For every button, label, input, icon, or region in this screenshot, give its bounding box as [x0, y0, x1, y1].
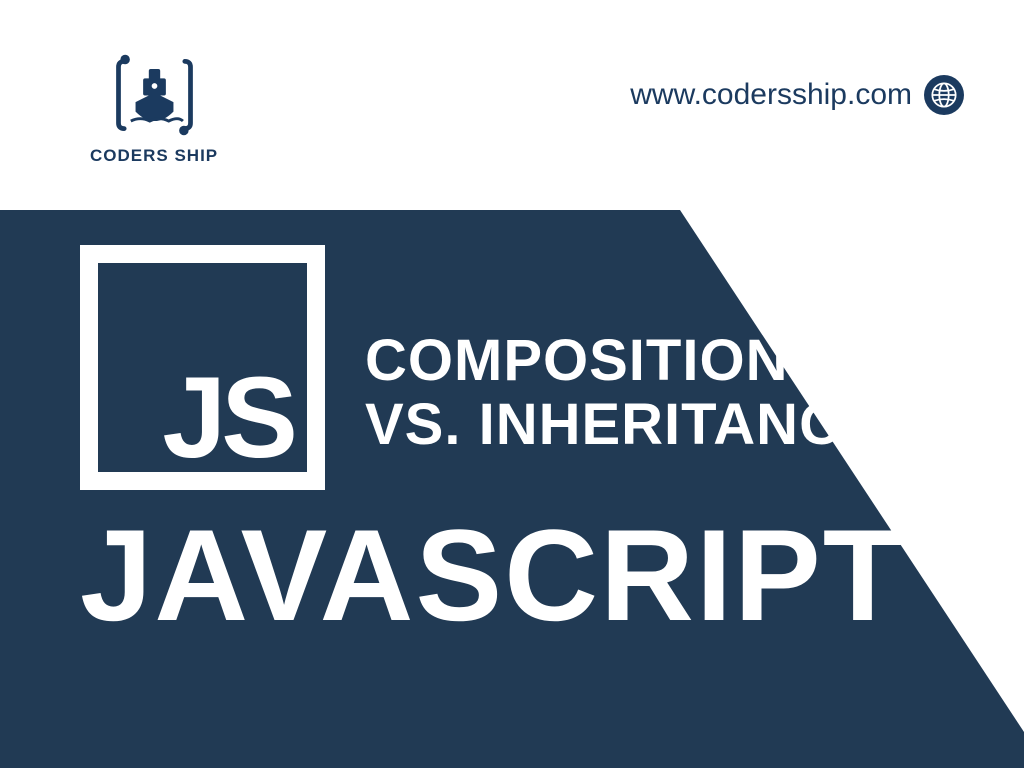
main-content-area: JS COMPOSITION VS. INHERITANCE JAVASCRIP…	[0, 210, 1024, 768]
title-row: JS COMPOSITION VS. INHERITANCE	[80, 245, 1024, 490]
js-logo-text: JS	[162, 372, 293, 464]
url-area: www.codersship.com	[630, 75, 964, 115]
globe-icon	[924, 75, 964, 115]
subtitle-line-2: VS. INHERITANCE	[365, 393, 882, 457]
subtitle-line-1: COMPOSITION	[365, 329, 882, 393]
main-title: JAVASCRIPT	[80, 510, 1024, 640]
content-block: JS COMPOSITION VS. INHERITANCE JAVASCRIP…	[0, 210, 1024, 768]
website-url: www.codersship.com	[630, 78, 912, 112]
js-logo-icon: JS	[80, 245, 325, 490]
logo-text: CODERS SHIP	[90, 146, 218, 166]
subtitle-block: COMPOSITION VS. INHERITANCE	[365, 329, 882, 457]
logo-area: CODERS SHIP	[90, 50, 218, 166]
header: CODERS SHIP www.codersship.com	[0, 0, 1024, 210]
ship-logo-icon	[107, 50, 202, 140]
